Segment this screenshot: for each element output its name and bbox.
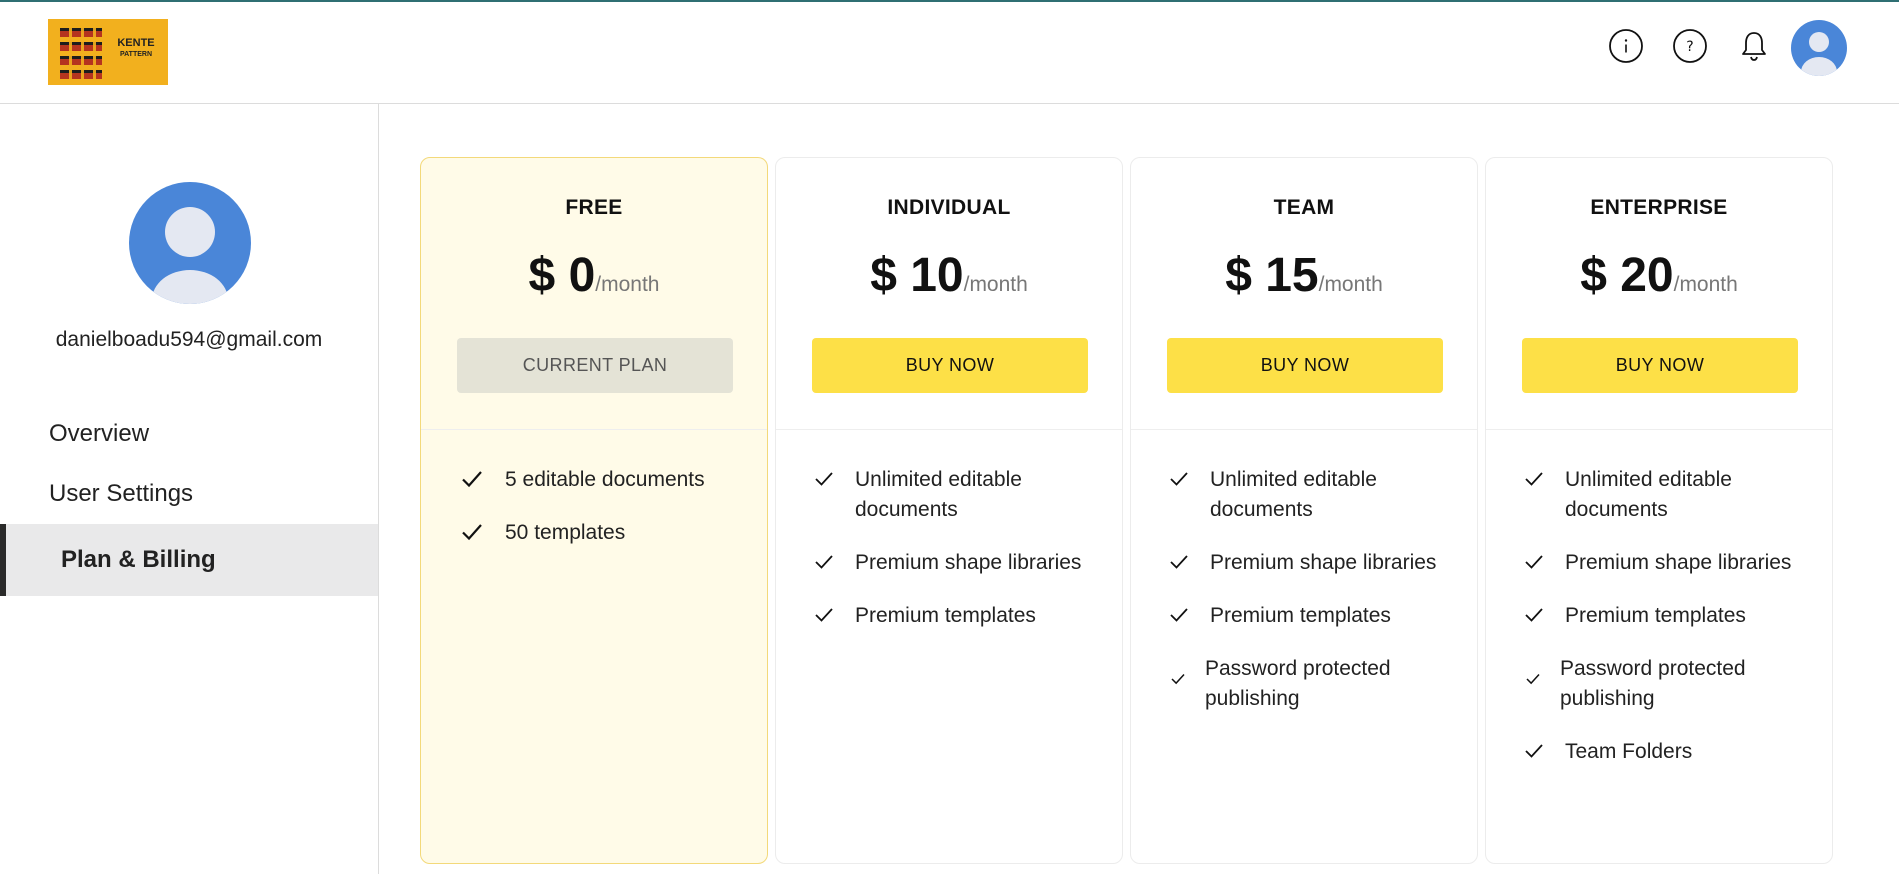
price-row: $ 20/month — [1486, 248, 1832, 303]
buy-now-button-team[interactable]: BUY NOW — [1167, 338, 1443, 393]
card-divider — [1486, 429, 1832, 430]
card-divider — [776, 429, 1122, 430]
price-row: $ 0/month — [421, 248, 767, 303]
logo-subtitle: PATTERN — [119, 51, 153, 58]
check-icon — [815, 472, 833, 486]
feature-item: Premium shape libraries — [776, 548, 1122, 578]
plan-card-free: FREE $ 0/month CURRENT PLAN 5 editable d… — [420, 157, 768, 864]
sidebar: danielboadu594@gmail.com Overview User S… — [0, 104, 379, 874]
feature-text: Premium shape libraries — [1565, 551, 1792, 574]
check-icon — [462, 524, 482, 541]
feature-text: Premium templates — [1565, 604, 1746, 627]
feature-item: Premium templates — [776, 601, 1122, 631]
feature-item: Premium shape libraries — [1486, 548, 1832, 578]
feature-list: Unlimited editable documents Premium sha… — [1486, 465, 1832, 790]
logo-title: KENTE — [117, 37, 155, 49]
feature-item: Password protected publishing — [1131, 654, 1477, 714]
check-icon — [815, 555, 833, 569]
feature-item: Premium shape libraries — [1131, 548, 1477, 578]
check-icon — [1170, 472, 1188, 486]
feature-text: Team Folders — [1565, 740, 1693, 763]
feature-list: 5 editable documents 50 templates — [421, 465, 767, 571]
feature-item: Unlimited editable documents — [776, 465, 1122, 525]
check-icon — [1170, 555, 1188, 569]
plan-name: TEAM — [1273, 196, 1335, 219]
plan-card-individual: INDIVIDUAL $ 10/month BUY NOW Unlimited … — [775, 157, 1123, 864]
feature-text: Premium templates — [1210, 604, 1391, 627]
price-row: $ 15/month — [1131, 248, 1477, 303]
plan-name: FREE — [565, 196, 623, 219]
plan-price: $ 0 — [528, 249, 596, 302]
logo-text: KENTE PATTERN — [108, 37, 164, 61]
help-icon[interactable]: ? — [1672, 28, 1708, 64]
card-divider — [1131, 429, 1477, 430]
feature-text: Unlimited editable documents — [1210, 468, 1377, 521]
card-divider — [421, 429, 767, 430]
feature-list: Unlimited editable documents Premium sha… — [1131, 465, 1477, 737]
user-email: danielboadu594@gmail.com — [55, 328, 323, 351]
feature-item: 50 templates — [421, 518, 767, 548]
check-icon — [1170, 608, 1188, 622]
feature-item: Password protected publishing — [1486, 654, 1832, 714]
profile-avatar — [129, 182, 251, 304]
plan-card-enterprise: ENTERPRISE $ 20/month BUY NOW Unlimited … — [1485, 157, 1833, 864]
feature-item: Team Folders — [1486, 737, 1832, 767]
check-icon — [1525, 744, 1543, 758]
plan-name: ENTERPRISE — [1590, 196, 1728, 219]
plan-name: INDIVIDUAL — [887, 196, 1011, 219]
sidebar-item-plan-billing[interactable]: Plan & Billing — [0, 524, 378, 596]
feature-item: Unlimited editable documents — [1131, 465, 1477, 525]
plan-period: /month — [1673, 273, 1738, 296]
svg-text:?: ? — [1686, 39, 1693, 55]
feature-text: Premium templates — [855, 604, 1036, 627]
feature-item: Premium templates — [1131, 601, 1477, 631]
check-icon — [1525, 472, 1543, 486]
feature-text: Password protected publishing — [1205, 657, 1391, 710]
app-header: KENTE PATTERN ? — [0, 2, 1899, 104]
plan-period: /month — [595, 273, 660, 296]
kente-logo[interactable]: KENTE PATTERN — [48, 19, 168, 85]
kente-pattern-graphic — [60, 25, 102, 79]
plan-price: $ 15 — [1225, 249, 1319, 302]
plan-period: /month — [1318, 273, 1383, 296]
check-icon — [1171, 673, 1185, 685]
price-row: $ 10/month — [776, 248, 1122, 303]
feature-item: Unlimited editable documents — [1486, 465, 1832, 525]
info-icon[interactable] — [1608, 28, 1644, 64]
buy-now-button-enterprise[interactable]: BUY NOW — [1522, 338, 1798, 393]
plan-price: $ 10 — [870, 249, 964, 302]
check-icon — [462, 471, 482, 488]
feature-text: Password protected publishing — [1560, 657, 1746, 710]
feature-text: Premium shape libraries — [855, 551, 1082, 574]
feature-text: 50 templates — [505, 521, 626, 544]
plan-period: /month — [963, 273, 1028, 296]
bell-icon[interactable] — [1736, 28, 1772, 64]
buy-now-button-individual[interactable]: BUY NOW — [812, 338, 1088, 393]
feature-text: 5 editable documents — [505, 468, 705, 491]
feature-list: Unlimited editable documents Premium sha… — [776, 465, 1122, 654]
current-plan-button[interactable]: CURRENT PLAN — [457, 338, 733, 393]
user-avatar[interactable] — [1791, 20, 1847, 76]
feature-item: 5 editable documents — [421, 465, 767, 495]
feature-text: Premium shape libraries — [1210, 551, 1437, 574]
check-icon — [815, 608, 833, 622]
feature-text: Unlimited editable documents — [855, 468, 1022, 521]
feature-item: Premium templates — [1486, 601, 1832, 631]
check-icon — [1525, 555, 1543, 569]
feature-text: Unlimited editable documents — [1565, 468, 1732, 521]
check-icon — [1526, 673, 1540, 685]
plan-price: $ 20 — [1580, 249, 1674, 302]
sidebar-item-user-settings[interactable]: User Settings — [0, 458, 378, 530]
plan-card-team: TEAM $ 15/month BUY NOW Unlimited editab… — [1130, 157, 1478, 864]
check-icon — [1525, 608, 1543, 622]
